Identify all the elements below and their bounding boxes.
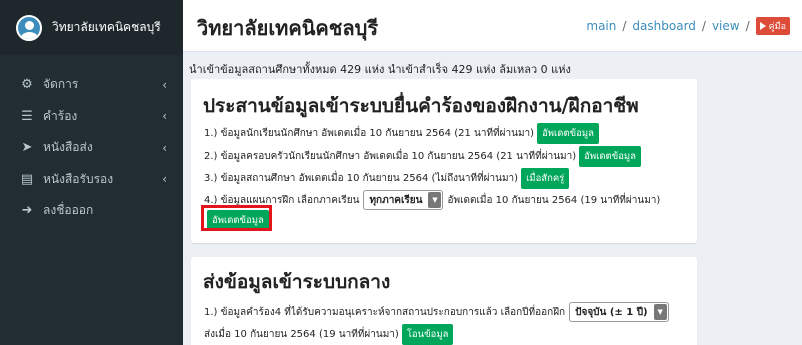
breadcrumb-separator: / <box>622 19 627 33</box>
transfer-data-button[interactable]: โอนข้อมูล <box>401 324 454 345</box>
training-plan-updated-text: อัพเดตเมื่อ 10 กันยายน 2564 (19 นาทีที่ผ… <box>447 194 661 206</box>
sidebar-header[interactable]: วิทยาลัยเทคนิคชลบุรี <box>0 0 183 55</box>
chevron-left-icon: ‹ <box>162 172 167 187</box>
training-plan-row: 4.) ข้อมูลแผนการฝึก เลือกภาคเรียน ทุกภาค… <box>204 190 660 210</box>
sidebar-item-label: หนังสือรับรอง <box>43 171 114 186</box>
manual-label: คู่มือ <box>768 22 786 32</box>
family-data-row: 2.) ข้อมูลครอบครัวนักเรียนนักศึกษา อัพเด… <box>204 146 641 167</box>
breadcrumb-main[interactable]: main <box>586 19 616 33</box>
send-icon: ➤ <box>21 140 33 156</box>
sidebar-item-outgoing-letters[interactable]: ➤ หนังสือส่ง ‹ <box>0 132 183 164</box>
cogs-icon: ⚙ <box>21 77 33 93</box>
manual-button[interactable]: คู่มือ <box>755 17 790 35</box>
sent-status-text: ส่งเมื่อ 10 กันยายน 2564 (19 นาทีที่ผ่าน… <box>204 329 399 340</box>
brand-name: วิทยาลัยเทคนิคชลบุรี <box>52 20 161 34</box>
year-select[interactable]: ปัจจุบัน (± 1 ปี) ▼ <box>569 302 669 322</box>
year-select-value: ปัจจุบัน (± 1 ปี) <box>575 306 648 318</box>
sidebar: วิทยาลัยเทคนิคชลบุรี ⚙ จัดการ ‹ ☰ คำร้อง… <box>0 0 183 345</box>
update-student-data-button[interactable]: อัพเดตข้อมูล <box>537 123 599 144</box>
chevron-left-icon: ‹ <box>162 77 167 92</box>
sidebar-item-label: ลงชื่อออก <box>43 203 94 218</box>
highlight-outline <box>201 205 272 231</box>
sidebar-item-manage[interactable]: ⚙ จัดการ ‹ <box>0 69 183 101</box>
content-header: วิทยาลัยเทคนิคชลบุรี main / dashboard / … <box>183 0 802 52</box>
page-title: วิทยาลัยเทคนิคชลบุรี <box>197 16 379 40</box>
user-avatar-icon <box>16 14 42 41</box>
sent-status-row: ส่งเมื่อ 10 กันยายน 2564 (19 นาทีที่ผ่าน… <box>204 324 454 345</box>
request-data-row: 1.) ข้อมูลคำร้อง4 ที่ได้รับความอนุเคราะห… <box>204 302 673 322</box>
central-send-panel: ส่งข้อมูลเข้าระบบกลาง 1.) ข้อมูลคำร้อง4 … <box>191 257 697 345</box>
central-send-panel-title: ส่งข้อมูลเข้าระบบกลาง <box>203 271 391 293</box>
chevron-left-icon: ‹ <box>162 109 167 124</box>
sidebar-menu: ⚙ จัดการ ‹ ☰ คำร้อง ‹ ➤ หนังสือส่ง ‹ ▤ ห… <box>0 69 183 227</box>
play-icon <box>759 22 766 30</box>
workplace-data-row: 3.) ข้อมูลสถานศึกษา อัพเดตเมื่อ 10 กันยา… <box>204 168 570 189</box>
semester-select-value: ทุกภาคเรียน <box>369 194 423 206</box>
sign-out-icon: ➜ <box>21 203 33 219</box>
sidebar-item-label: จัดการ <box>43 77 79 92</box>
breadcrumb-separator: / <box>745 19 750 33</box>
sidebar-item-sign-out[interactable]: ➜ ลงชื่อออก <box>0 195 183 227</box>
chevron-left-icon: ‹ <box>162 140 167 155</box>
workplace-data-text: 3.) ข้อมูลสถานศึกษา อัพเดตเมื่อ 10 กันยา… <box>204 173 519 184</box>
sidebar-item-label: หนังสือส่ง <box>43 140 93 155</box>
student-data-row: 1.) ข้อมูลนักเรียนนักศึกษา อัพเดตเมื่อ 1… <box>204 123 599 144</box>
sidebar-item-certificates[interactable]: ▤ หนังสือรับรอง ‹ <box>0 164 183 196</box>
import-summary: นำเข้าข้อมูลสถานศึกษาทั้งหมด 429 แห่ง นำ… <box>189 63 571 76</box>
request-data-text: 1.) ข้อมูลคำร้อง4 ที่ได้รับความอนุเคราะห… <box>204 306 566 318</box>
breadcrumb-separator: / <box>701 19 706 33</box>
sidebar-item-requests[interactable]: ☰ คำร้อง ‹ <box>0 101 183 133</box>
document-icon: ▤ <box>20 171 34 187</box>
workplace-updated-button[interactable]: เมื่อสักครู่ <box>521 168 570 189</box>
family-data-text: 2.) ข้อมูลครอบครัวนักเรียนนักศึกษา อัพเด… <box>204 151 577 162</box>
student-data-text: 1.) ข้อมูลนักเรียนนักศึกษา อัพเดตเมื่อ 1… <box>204 128 535 139</box>
update-family-data-button[interactable]: อัพเดตข้อมูล <box>579 146 641 167</box>
semester-select[interactable]: ทุกภาคเรียน ▼ <box>363 190 444 210</box>
caret-down-icon: ▼ <box>428 192 442 208</box>
sync-panel-title: ประสานข้อมูลเข้าระบบยื่นคำร้องของฝึกงาน/… <box>203 95 639 117</box>
caret-down-icon: ▼ <box>653 304 667 320</box>
breadcrumb-view[interactable]: view <box>712 19 740 33</box>
list-icon: ☰ <box>21 108 33 124</box>
sidebar-item-label: คำร้อง <box>43 108 78 123</box>
breadcrumb: main / dashboard / view / คู่มือ <box>586 17 790 35</box>
breadcrumb-dashboard[interactable]: dashboard <box>632 19 695 33</box>
